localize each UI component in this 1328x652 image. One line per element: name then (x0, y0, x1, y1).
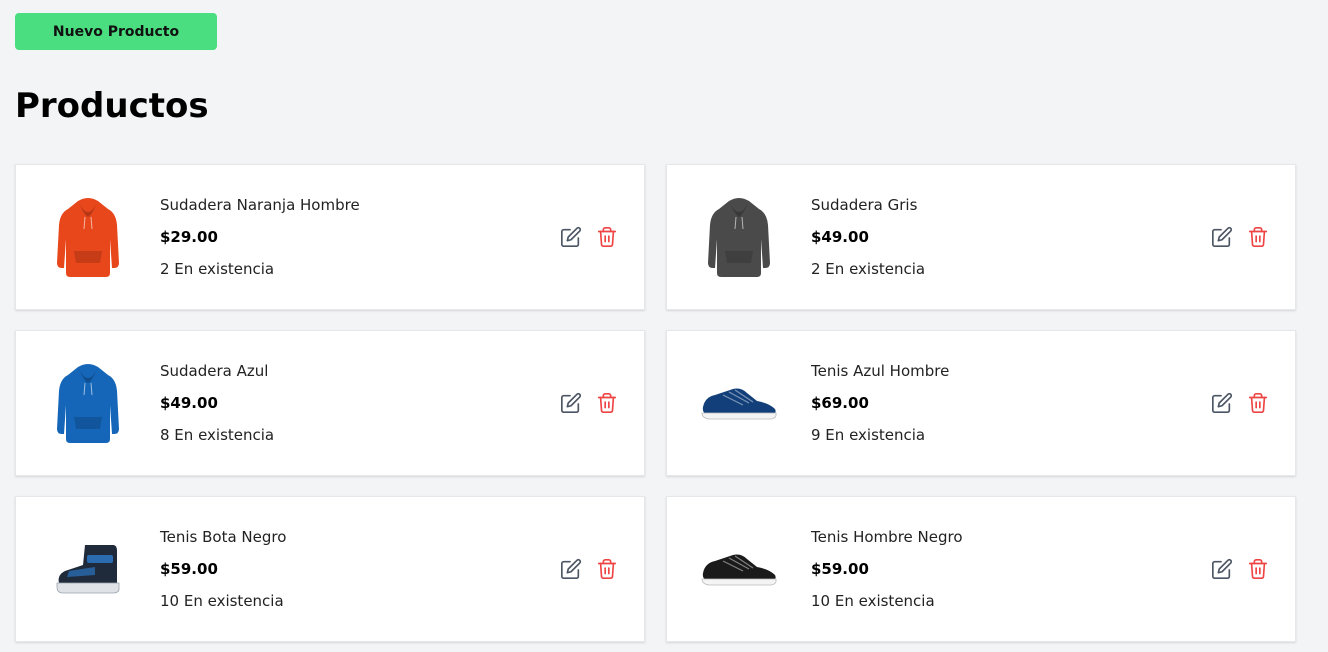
product-grid: Sudadera Naranja Hombre $29.00 2 En exis… (15, 164, 1296, 642)
product-card: Sudadera Azul $49.00 8 En existencia (15, 330, 645, 476)
product-price: $59.00 (160, 560, 218, 578)
product-stock: 9 En existencia (811, 426, 926, 444)
product-card: Tenis Azul Hombre $69.00 9 En existencia (666, 330, 1296, 476)
product-card: Tenis Hombre Negro $59.00 10 En existenc… (666, 496, 1296, 642)
edit-icon[interactable] (1211, 558, 1233, 580)
product-stock: 10 En existencia (160, 592, 284, 610)
edit-icon[interactable] (560, 226, 582, 248)
hoodie-icon (48, 359, 128, 447)
trash-icon[interactable] (596, 226, 618, 248)
product-name: Tenis Azul Hombre (811, 362, 950, 380)
product-stock: 2 En existencia (811, 260, 926, 278)
product-name: Sudadera Naranja Hombre (160, 196, 360, 214)
trash-icon[interactable] (1247, 558, 1269, 580)
trash-icon[interactable] (1247, 226, 1269, 248)
new-product-button[interactable]: Nuevo Producto (15, 13, 217, 50)
hoodie-icon (699, 193, 779, 281)
edit-icon[interactable] (1211, 226, 1233, 248)
product-card: Sudadera Gris $49.00 2 En existencia (666, 164, 1296, 310)
sneaker-icon (699, 359, 779, 447)
product-stock: 2 En existencia (160, 260, 275, 278)
trash-icon[interactable] (1247, 392, 1269, 414)
product-price: $49.00 (811, 228, 869, 246)
edit-icon[interactable] (560, 392, 582, 414)
product-name: Tenis Bota Negro (160, 528, 287, 546)
edit-icon[interactable] (1211, 392, 1233, 414)
edit-icon[interactable] (560, 558, 582, 580)
boot-icon (48, 525, 128, 613)
product-price: $29.00 (160, 228, 218, 246)
product-name: Sudadera Azul (160, 362, 269, 380)
trash-icon[interactable] (596, 558, 618, 580)
product-name: Sudadera Gris (811, 196, 918, 214)
product-name: Tenis Hombre Negro (811, 528, 963, 546)
product-card: Tenis Bota Negro $59.00 10 En existencia (15, 496, 645, 642)
product-card: Sudadera Naranja Hombre $29.00 2 En exis… (15, 164, 645, 310)
sneaker-icon (699, 525, 779, 613)
product-price: $49.00 (160, 394, 218, 412)
product-stock: 10 En existencia (811, 592, 935, 610)
page-title: Productos (15, 86, 209, 126)
hoodie-icon (48, 193, 128, 281)
product-price: $69.00 (811, 394, 869, 412)
product-stock: 8 En existencia (160, 426, 275, 444)
product-price: $59.00 (811, 560, 869, 578)
trash-icon[interactable] (596, 392, 618, 414)
